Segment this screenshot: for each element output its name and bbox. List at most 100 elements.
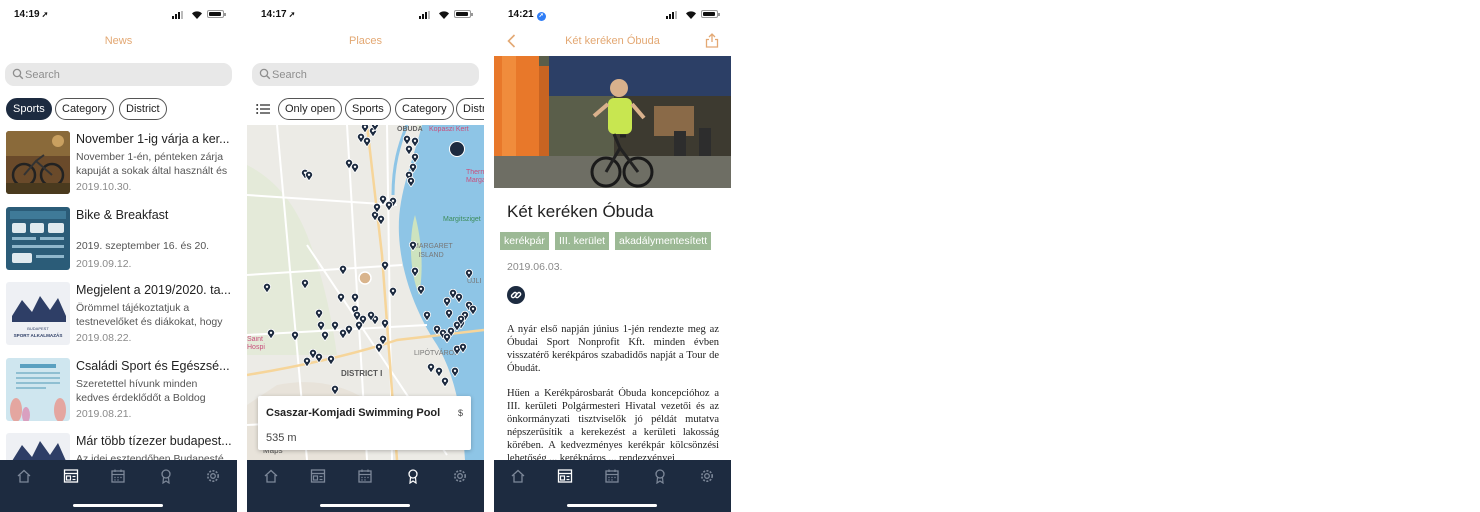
place-pin-icon[interactable]	[441, 377, 449, 387]
place-pin-icon[interactable]	[423, 311, 431, 321]
article-screen: 14:21 ➚ Két keréken Óbuda Két keréken Óbu…	[494, 0, 731, 512]
place-pin-icon[interactable]	[367, 311, 375, 321]
place-pin-icon[interactable]	[443, 333, 451, 343]
article-date: 2019.06.03.	[507, 261, 563, 273]
place-pin-icon[interactable]	[427, 363, 435, 373]
map-label: ÓBUDA	[397, 126, 423, 133]
news-title: Megjelent a 2019/2020. ta...	[76, 283, 231, 297]
news-icon[interactable]	[310, 468, 326, 484]
home-icon[interactable]	[263, 468, 279, 484]
place-pin-icon[interactable]	[363, 137, 371, 147]
tag-badge[interactable]: akadálymentesített	[615, 232, 712, 250]
place-pin-icon[interactable]	[445, 309, 453, 319]
place-pin-icon[interactable]	[407, 177, 415, 187]
place-pin-icon[interactable]	[339, 265, 347, 275]
place-pin-icon[interactable]	[317, 321, 325, 331]
place-pin-icon[interactable]	[327, 355, 335, 365]
place-pin-icon[interactable]	[305, 171, 313, 181]
settings-icon[interactable]	[699, 468, 715, 484]
place-pin-icon[interactable]	[331, 321, 339, 331]
map-label: Kopaszi Kert	[429, 126, 469, 133]
place-pin-icon[interactable]	[345, 325, 353, 335]
place-pin-icon[interactable]	[321, 331, 329, 341]
place-pin-icon[interactable]	[459, 343, 467, 353]
news-icon[interactable]	[63, 468, 79, 484]
calendar-icon[interactable]	[357, 468, 373, 484]
news-icon[interactable]	[557, 468, 573, 484]
filter-category[interactable]: Category	[55, 98, 114, 120]
filter-district[interactable]: Distr	[456, 98, 484, 120]
filter-sports[interactable]: Sports	[6, 98, 52, 120]
place-pin-icon[interactable]	[303, 357, 311, 367]
place-pin-icon[interactable]	[263, 283, 271, 293]
home-icon[interactable]	[16, 468, 32, 484]
place-pin-icon[interactable]	[267, 329, 275, 339]
news-list-item[interactable]: Bike & Breakfast 2019. szeptember 16. és…	[0, 207, 237, 273]
place-pin-icon[interactable]	[377, 215, 385, 225]
link-icon[interactable]	[507, 286, 525, 304]
news-screen: 14:19 ➚ News Search Sports Category Distr…	[0, 0, 237, 512]
news-thumbnail	[6, 358, 70, 421]
search-input[interactable]: Search	[252, 63, 479, 86]
place-card[interactable]: Csaszar-Komjadi Swimming Pool $ 535 m	[258, 396, 471, 450]
place-pin-icon[interactable]	[373, 203, 381, 213]
search-placeholder: Search	[25, 69, 60, 81]
news-date: 2019.08.21.	[76, 408, 132, 420]
place-pin-icon[interactable]	[409, 241, 417, 251]
status-bar: 14:19 ➚	[0, 0, 237, 28]
place-pin-icon[interactable]	[411, 267, 419, 277]
settings-icon[interactable]	[452, 468, 468, 484]
page-title: News	[104, 35, 133, 47]
list-view-icon[interactable]	[256, 103, 270, 115]
tag-badge[interactable]: III. kerület	[555, 232, 610, 250]
calendar-icon[interactable]	[110, 468, 126, 484]
tag-badge[interactable]: kerékpár	[500, 232, 549, 250]
settings-icon[interactable]	[205, 468, 221, 484]
news-list-item[interactable]: November 1-ig várja a ker... November 1-…	[0, 131, 237, 197]
news-list-item[interactable]: Családi Sport és Egészsé... Szeretettel …	[0, 358, 237, 424]
place-pin-icon[interactable]	[385, 201, 393, 211]
place-pin-icon[interactable]	[375, 343, 383, 353]
place-pin-icon[interactable]	[381, 261, 389, 271]
place-pin-icon[interactable]	[351, 163, 359, 173]
place-pin-icon[interactable]	[315, 353, 323, 363]
filter-category[interactable]: Category	[395, 98, 454, 120]
place-pin-icon[interactable]	[417, 285, 425, 295]
place-pin-icon[interactable]	[469, 305, 477, 315]
map-label: Therm Marga	[466, 169, 484, 184]
place-pin-icon[interactable]	[457, 315, 465, 325]
place-pin-icon[interactable]	[371, 125, 379, 131]
place-pin-icon[interactable]	[411, 153, 419, 163]
place-pin-icon[interactable]	[351, 293, 359, 303]
calendar-icon[interactable]	[604, 468, 620, 484]
map-view[interactable]: ÓBUDA Kopaszi Kert Therm Marga Margitszi…	[247, 125, 484, 460]
place-pin-icon[interactable]	[455, 293, 463, 303]
place-pin-icon[interactable]	[301, 279, 309, 289]
places-icon[interactable]	[652, 468, 668, 484]
places-icon[interactable]	[158, 468, 174, 484]
news-excerpt: November 1-én, pénteken zárja kapuját a …	[76, 151, 228, 177]
place-pin-icon[interactable]	[451, 367, 459, 377]
place-pin-icon[interactable]	[389, 287, 397, 297]
search-input[interactable]: Search	[5, 63, 232, 86]
place-pin-icon[interactable]	[403, 135, 411, 145]
place-pin-icon[interactable]	[291, 331, 299, 341]
news-list-item[interactable]: BUDAPEST SPORT ALKALMAZÁS Megjelent a 201…	[0, 282, 237, 348]
places-icon[interactable]	[405, 468, 421, 484]
filter-district[interactable]: District	[119, 98, 167, 120]
place-pin-icon[interactable]	[435, 367, 443, 377]
place-pin-icon[interactable]	[381, 319, 389, 329]
place-pin-icon[interactable]	[465, 269, 473, 279]
share-icon[interactable]	[705, 33, 719, 48]
place-pin-icon[interactable]	[361, 125, 369, 133]
place-pin-icon[interactable]	[337, 293, 345, 303]
place-pin-icon[interactable]	[443, 297, 451, 307]
filter-sports[interactable]: Sports	[345, 98, 391, 120]
place-pin-icon[interactable]	[355, 321, 363, 331]
svg-text:SPORT ALKALMAZÁS: SPORT ALKALMAZÁS	[14, 332, 63, 338]
place-pin-icon[interactable]	[315, 309, 323, 319]
place-pin-icon[interactable]	[331, 385, 339, 395]
home-icon[interactable]	[510, 468, 526, 484]
filter-only-open[interactable]: Only open	[278, 98, 343, 120]
swimming-pool-marker-icon[interactable]	[449, 141, 465, 157]
